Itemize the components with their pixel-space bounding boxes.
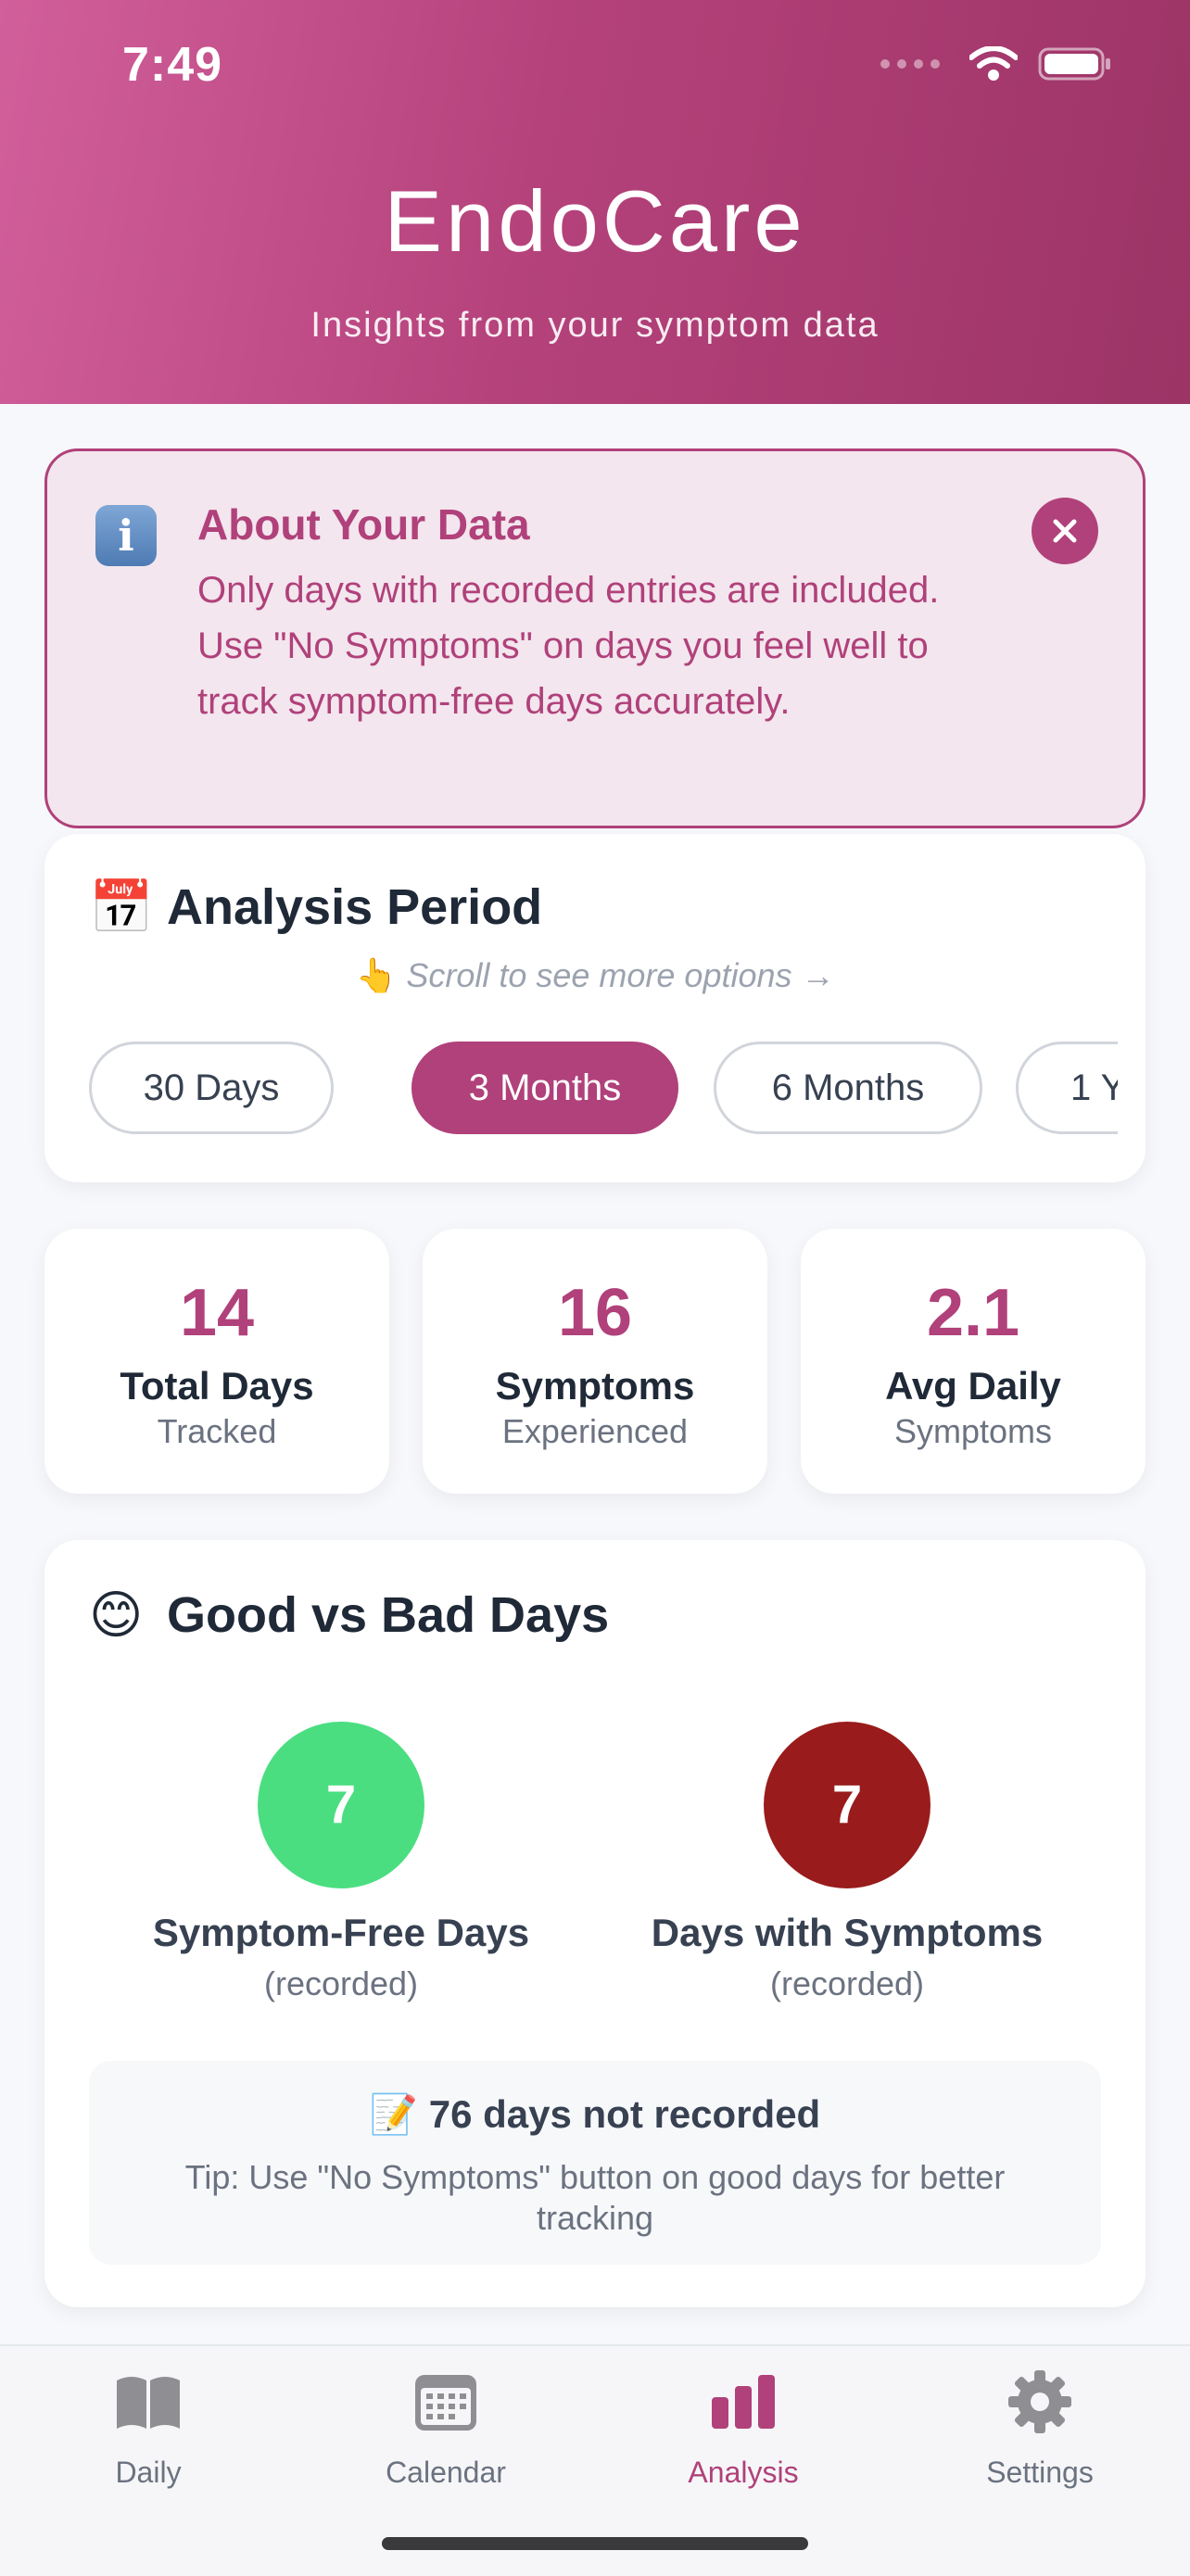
tab-calendar[interactable]: Calendar (353, 2365, 538, 2490)
period-chip-6-months[interactable]: 6 Months (714, 1042, 982, 1134)
stat-label: Avg Daily (885, 1364, 1061, 1408)
symptom-days-label: Days with Symptoms (651, 1911, 1044, 1954)
good-vs-bad-card: 😊 Good vs Bad Days 7 Symptom-Free Days (… (44, 1540, 1146, 2307)
calendar-icon (415, 2375, 476, 2431)
stat-card-symptoms: 16 Symptoms Experienced (423, 1229, 767, 1494)
symptom-free-sublabel: (recorded) (263, 1964, 419, 2002)
smiley-emoji-icon: 😊 (89, 1585, 144, 1644)
signal-icon (880, 59, 940, 69)
stat-value: 2.1 (926, 1276, 1020, 1350)
stat-sublabel: Experienced (501, 1412, 689, 1450)
tab-daily[interactable]: Daily (56, 2365, 241, 2490)
book-icon (117, 2377, 180, 2429)
period-chip-30-days[interactable]: 30 Days (89, 1042, 334, 1134)
tab-label: Calendar (386, 2456, 506, 2489)
stat-sublabel: Symptoms (893, 1412, 1053, 1450)
period-chip-1-year[interactable]: 1 Year (1016, 1042, 1118, 1134)
app-subtitle: Insights from your symptom data (310, 306, 880, 345)
symptom-days-sublabel: (recorded) (769, 1964, 925, 2002)
stat-value: 14 (179, 1276, 255, 1350)
scroll-hint-text: Scroll to see more options → (406, 956, 835, 994)
period-chip-scroller[interactable]: 30 Days 3 Months 6 Months 1 Year (89, 1042, 1118, 1140)
banner-body: Only days with recorded entries are incl… (197, 570, 940, 722)
close-icon (1053, 519, 1077, 543)
not-recorded-title: 📝 76 days not recorded (369, 2092, 821, 2136)
tab-analysis[interactable]: Analysis (651, 2365, 836, 2490)
close-banner-button[interactable] (1032, 498, 1098, 564)
stat-label: Total Days (120, 1364, 314, 1408)
pointing-hand-icon: 👆 (355, 956, 398, 994)
period-chip-3-months[interactable]: 3 Months (411, 1042, 678, 1134)
not-recorded-tip: Tip: Use "No Symptoms" button on good da… (184, 2158, 1006, 2237)
symptom-days-count: 7 (764, 1722, 930, 1888)
symptom-free-label: Symptom-Free Days (152, 1911, 530, 1954)
good-vs-bad-title: Good vs Bad Days (167, 1587, 610, 1643)
home-indicator (382, 2537, 808, 2550)
status-time: 7:49 (122, 38, 223, 92)
stat-sublabel: Tracked (157, 1412, 277, 1450)
stat-label: Symptoms (495, 1364, 695, 1408)
stat-card-total-days: 14 Total Days Tracked (44, 1229, 389, 1494)
wifi-icon (969, 46, 1018, 81)
not-recorded-box: 📝 76 days not recorded Tip: Use "No Symp… (89, 2061, 1101, 2265)
tab-label: Settings (986, 2456, 1094, 2489)
analysis-period-title: Analysis Period (167, 879, 543, 935)
battery-icon (1038, 47, 1110, 81)
calendar-emoji-icon: 📅 (89, 878, 154, 936)
tab-label: Analysis (688, 2456, 799, 2489)
about-data-banner: i About Your Data Only days with recorde… (44, 448, 1146, 828)
app-title: EndoCare (384, 172, 806, 270)
tab-label: Daily (115, 2456, 182, 2489)
stat-card-avg-daily: 2.1 Avg Daily Symptoms (801, 1229, 1146, 1494)
scroll-hint: 👆 Scroll to see more options → (44, 956, 1146, 995)
tab-settings[interactable]: Settings (947, 2365, 1133, 2490)
info-icon: i (95, 505, 157, 566)
gear-icon (1008, 2370, 1071, 2433)
status-indicators (880, 46, 1112, 82)
analysis-period-card: 📅 Analysis Period 👆 Scroll to see more o… (44, 834, 1146, 1182)
bar-chart-icon (712, 2375, 775, 2429)
banner-title: About Your Data (197, 500, 530, 549)
app-header: 7:49 EndoCare Insights from your symptom… (0, 0, 1190, 404)
stat-value: 16 (557, 1276, 633, 1350)
symptom-free-count: 7 (258, 1722, 424, 1888)
